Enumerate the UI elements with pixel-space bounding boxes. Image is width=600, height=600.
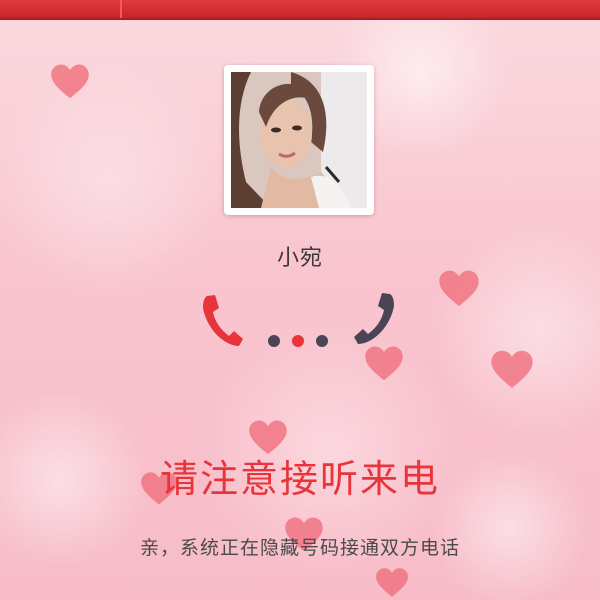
heart-decoration-icon — [438, 268, 480, 310]
calling-indicator — [268, 335, 332, 349]
notice-subtitle: 亲，系统正在隐藏号码接通双方电话 — [139, 537, 460, 559]
heart-decoration-icon — [372, 566, 412, 600]
avatar-photo — [231, 72, 367, 208]
indicator-dot — [316, 335, 328, 347]
phone-handset-icon — [352, 290, 402, 348]
caller-avatar — [224, 65, 374, 215]
top-bar — [0, 0, 600, 20]
avatar-portrait-icon — [231, 72, 367, 208]
phone-handset-icon — [195, 292, 245, 350]
indicator-dot — [268, 335, 280, 347]
indicator-dot — [292, 335, 304, 347]
heart-decoration-icon — [364, 344, 404, 384]
notice-title: 请注意接听来电 — [159, 457, 440, 501]
heart-decoration-icon — [490, 348, 534, 392]
heart-decoration-icon — [50, 62, 90, 102]
caller-name: 小宛 — [276, 246, 323, 271]
top-bar-divider — [120, 0, 122, 18]
